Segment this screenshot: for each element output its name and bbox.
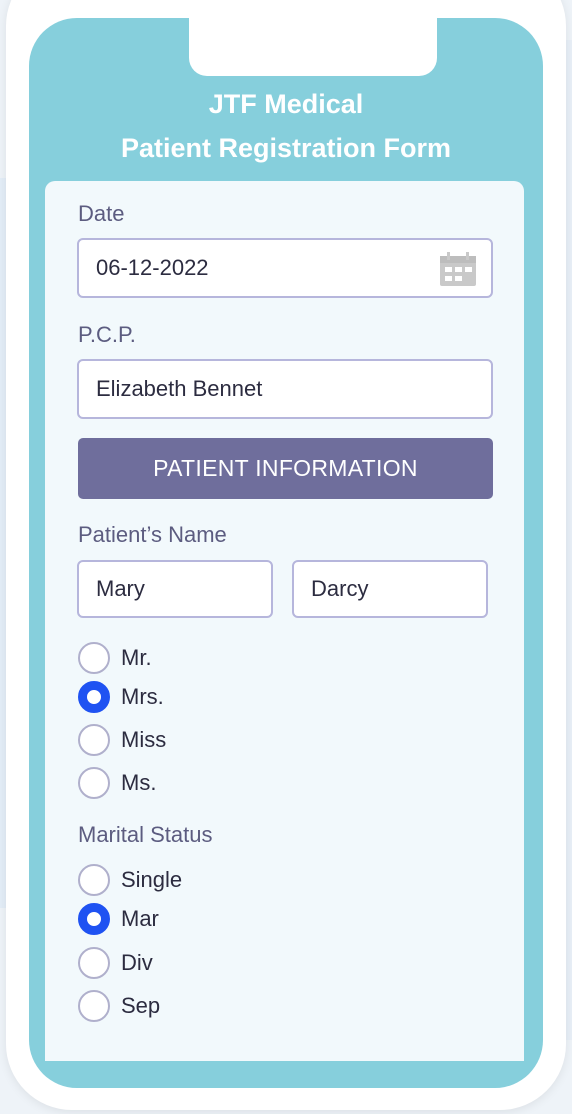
- radio-button[interactable]: [78, 947, 110, 979]
- marital-option-sep[interactable]: Sep: [78, 989, 160, 1023]
- radio-button[interactable]: [78, 767, 110, 799]
- date-value: 06-12-2022: [96, 255, 209, 280]
- marital-option-div[interactable]: Div: [78, 946, 153, 980]
- last-name-field[interactable]: Darcy: [292, 560, 488, 618]
- date-label: Date: [78, 201, 125, 226]
- title-option-miss[interactable]: Miss: [78, 723, 166, 757]
- title-option-ms[interactable]: Ms.: [78, 766, 156, 800]
- title-option-label: Ms.: [121, 770, 157, 795]
- marital-option-mar[interactable]: Mar: [78, 902, 159, 936]
- title-option-label: Mrs.: [121, 684, 164, 709]
- first-name-value: Mary: [96, 576, 145, 601]
- pcp-field[interactable]: Elizabeth Bennet: [77, 359, 493, 419]
- form-title-line1: JTF Medical: [208, 89, 364, 119]
- title-option-label: Mr.: [121, 645, 152, 670]
- last-name-value: Darcy: [311, 576, 369, 601]
- form-title-line2: Patient Registration Form: [120, 133, 452, 163]
- radio-button[interactable]: [78, 990, 110, 1022]
- first-name-field[interactable]: Mary: [77, 560, 273, 618]
- pcp-label: P.C.P.: [78, 322, 136, 347]
- marital-option-label: Mar: [121, 906, 159, 931]
- phone-notch: [189, 18, 437, 76]
- radio-button[interactable]: [78, 864, 110, 896]
- radio-button[interactable]: [78, 724, 110, 756]
- marital-option-label: Sep: [121, 993, 161, 1018]
- form-title: JTF Medical Patient Registration Form: [29, 82, 543, 170]
- radio-button-selected[interactable]: [78, 681, 110, 713]
- pcp-value: Elizabeth Bennet: [96, 376, 263, 401]
- marital-option-label: Single: [121, 867, 183, 892]
- patient-information-button[interactable]: PATIENT INFORMATION: [78, 438, 493, 499]
- marital-option-label: Div: [121, 950, 153, 975]
- title-option-label: Miss: [121, 727, 167, 752]
- marital-status-label: Marital Status: [78, 822, 213, 847]
- radio-button[interactable]: [78, 642, 110, 674]
- date-field[interactable]: 06-12-2022: [77, 238, 493, 298]
- patient-name-label: Patient’s Name: [78, 522, 227, 547]
- marital-option-single[interactable]: Single: [78, 863, 182, 897]
- title-option-mr[interactable]: Mr.: [78, 641, 152, 675]
- title-option-mrs[interactable]: Mrs.: [78, 680, 164, 714]
- calendar-icon[interactable]: [440, 252, 476, 286]
- radio-button-selected[interactable]: [78, 903, 110, 935]
